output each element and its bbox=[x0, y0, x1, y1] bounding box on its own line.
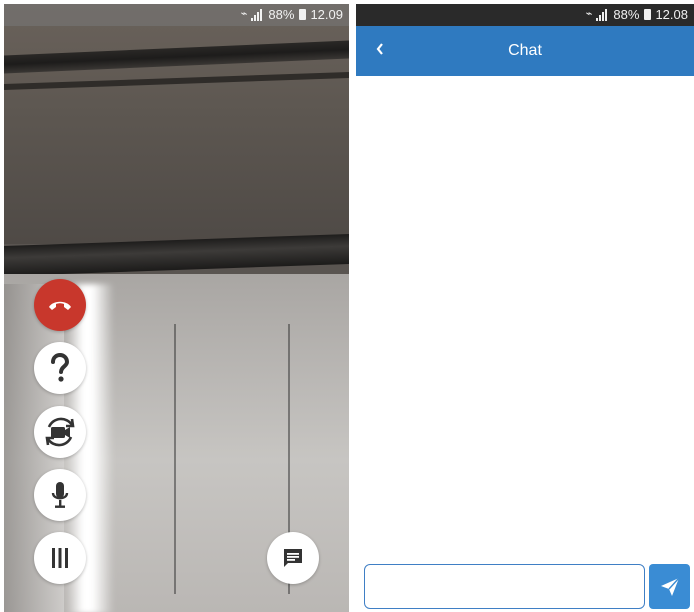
message-input[interactable] bbox=[364, 564, 645, 609]
menu-bars-icon bbox=[52, 548, 68, 568]
help-button[interactable] bbox=[34, 342, 86, 394]
status-bar: ⌁ 88% 12.08 bbox=[356, 4, 694, 26]
open-chat-button[interactable] bbox=[267, 532, 319, 584]
question-mark-icon bbox=[51, 353, 70, 382]
microphone-button[interactable] bbox=[34, 469, 86, 521]
microphone-icon bbox=[51, 482, 69, 508]
signal-icon bbox=[251, 8, 263, 21]
wifi-icon: ⌁ bbox=[585, 8, 593, 20]
end-call-button[interactable] bbox=[34, 279, 86, 331]
signal-icon bbox=[596, 8, 608, 21]
message-list[interactable] bbox=[356, 76, 694, 558]
clock: 12.09 bbox=[310, 7, 343, 22]
phone-hangup-icon bbox=[49, 301, 71, 310]
paper-plane-icon bbox=[660, 577, 680, 596]
switch-camera-button[interactable] bbox=[34, 406, 86, 458]
menu-button[interactable] bbox=[34, 532, 86, 584]
battery-percent: 88% bbox=[268, 7, 295, 22]
battery-percent: 88% bbox=[613, 7, 640, 22]
video-call-screen: ⌁ 88% 12.09 bbox=[4, 4, 349, 612]
send-button[interactable] bbox=[649, 564, 690, 609]
chat-title: Chat bbox=[508, 42, 542, 59]
battery-icon bbox=[299, 9, 307, 20]
status-bar: ⌁ 88% 12.09 bbox=[4, 4, 349, 26]
camera-switch-icon bbox=[45, 417, 75, 447]
battery-icon bbox=[644, 9, 652, 20]
chat-screen: ⌁ 88% 12.08 Chat bbox=[356, 4, 694, 612]
screen-pair: ⌁ 88% 12.09 ⌁ 88% 12.08 Chat bbox=[0, 0, 694, 612]
chat-bubble-icon bbox=[284, 549, 302, 567]
chat-header: Chat bbox=[356, 26, 694, 76]
wifi-icon: ⌁ bbox=[240, 8, 248, 20]
clock: 12.08 bbox=[655, 7, 688, 22]
